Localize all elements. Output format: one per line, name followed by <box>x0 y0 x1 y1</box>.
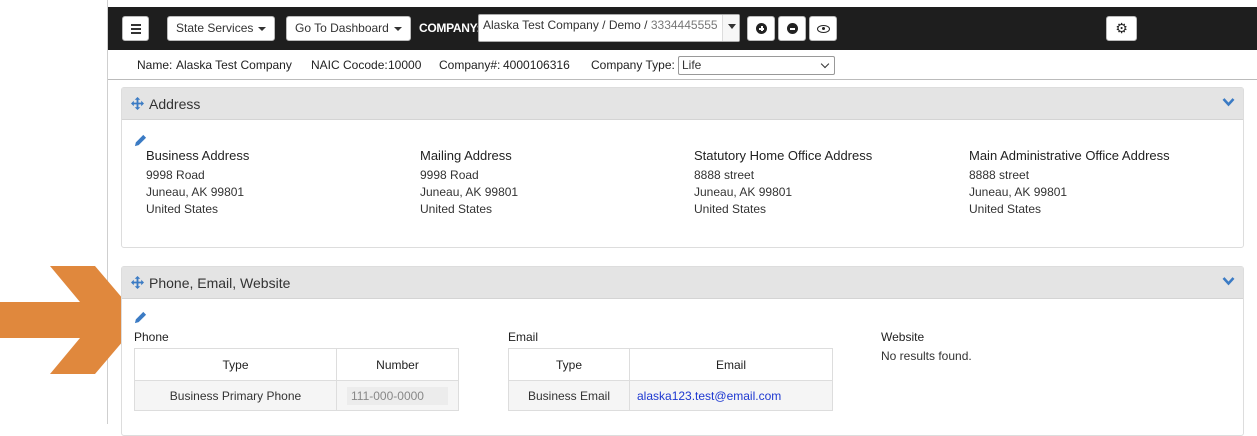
phone-type-cell: Business Primary Phone <box>134 380 337 411</box>
move-icon[interactable] <box>131 276 144 289</box>
chevron-down-icon[interactable] <box>1222 97 1235 107</box>
column-header: Type <box>134 348 337 381</box>
gear-icon: ⚙ <box>1115 20 1128 36</box>
state-services-dropdown[interactable]: State Services <box>167 16 276 41</box>
address-line: 9998 Road <box>420 168 479 182</box>
statutory-home-office-address: Statutory Home Office Address 8888 stree… <box>694 147 872 218</box>
menu-button[interactable] <box>122 16 149 41</box>
address-line: United States <box>146 202 219 216</box>
column-header: Email <box>629 348 833 381</box>
address-panel-header[interactable]: Address <box>122 88 1243 120</box>
phone-number-cell: 111-000-0000 <box>336 380 459 411</box>
address-line: Juneau, AK 99801 <box>146 185 245 199</box>
address-line: United States <box>969 202 1042 216</box>
caret-down-icon <box>258 26 267 31</box>
table-header-row: Type Email <box>508 348 833 381</box>
select-arrow-icon <box>722 15 739 41</box>
company-label: COMPANY: <box>419 21 481 35</box>
caret-down-icon <box>393 26 402 31</box>
address-line: 8888 street <box>694 168 755 182</box>
naic-value: 10000 <box>388 58 422 72</box>
remove-company-button[interactable] <box>778 16 806 41</box>
eye-icon <box>817 25 830 33</box>
contact-panel-title: Phone, Email, Website <box>149 275 291 291</box>
name-label: Name: <box>137 58 173 72</box>
edit-pencil-icon[interactable] <box>134 311 147 324</box>
address-line: Juneau, AK 99801 <box>694 185 793 199</box>
add-company-button[interactable] <box>747 16 775 41</box>
phone-table: Type Number Business Primary Phone 111-0… <box>134 348 459 411</box>
column-header: Number <box>336 348 459 381</box>
email-label: Email <box>508 330 539 344</box>
company-name: Alaska Test Company / Demo / <box>483 18 648 32</box>
company-number-label: Company#: <box>439 58 501 72</box>
company-type-select[interactable]: Life <box>678 56 835 75</box>
email-table: Type Email Business Email alaska123.test… <box>508 348 833 411</box>
view-company-button[interactable] <box>809 16 837 41</box>
company-select[interactable]: Alaska Test Company / Demo / 3334445555 <box>478 14 740 42</box>
company-type-label: Company Type: <box>591 58 675 72</box>
table-row: Business Primary Phone 111-000-0000 <box>134 380 459 411</box>
mailing-address: Mailing Address 9998 Road Juneau, AK 998… <box>420 147 518 218</box>
name-value: Alaska Test Company <box>176 58 292 72</box>
edit-pencil-icon[interactable] <box>134 134 147 147</box>
email-address-cell: alaska123.test@email.com <box>629 380 833 411</box>
address-line: Juneau, AK 99801 <box>969 185 1068 199</box>
minus-circle-icon <box>787 23 798 34</box>
table-header-row: Type Number <box>134 348 459 381</box>
chevron-down-icon[interactable] <box>1222 276 1235 286</box>
column-header: Type <box>508 348 630 381</box>
email-link[interactable]: alaska123.test@email.com <box>637 389 781 403</box>
company-type-value: Life <box>682 58 702 72</box>
naic-label: NAIC Cocode: <box>311 58 388 72</box>
move-icon[interactable] <box>131 97 144 110</box>
address-panel-title: Address <box>149 96 201 112</box>
main-administrative-office-address: Main Administrative Office Address 8888 … <box>969 147 1170 218</box>
address-heading: Business Address <box>146 148 250 163</box>
settings-button[interactable]: ⚙ <box>1106 16 1137 41</box>
plus-circle-icon <box>756 23 767 34</box>
address-line: 8888 street <box>969 168 1030 182</box>
address-line: 9998 Road <box>146 168 205 182</box>
address-heading: Main Administrative Office Address <box>969 148 1170 163</box>
company-number: 3334445555 <box>650 18 718 32</box>
contact-panel-header[interactable]: Phone, Email, Website <box>122 267 1243 299</box>
go-to-dashboard-dropdown[interactable]: Go To Dashboard <box>286 16 411 41</box>
top-navbar: State Services Go To Dashboard COMPANY: … <box>108 7 1257 50</box>
business-address: Business Address 9998 Road Juneau, AK 99… <box>146 147 249 218</box>
website-empty-text: No results found. <box>881 349 972 363</box>
address-heading: Mailing Address <box>420 148 512 163</box>
address-line: Juneau, AK 99801 <box>420 185 519 199</box>
email-type-cell: Business Email <box>508 380 630 411</box>
address-line: United States <box>694 202 767 216</box>
phone-label: Phone <box>134 330 169 344</box>
state-services-label: State Services <box>176 21 254 35</box>
table-row: Business Email alaska123.test@email.com <box>508 380 833 411</box>
divider <box>108 79 1257 80</box>
company-number-value: 4000106316 <box>503 58 570 72</box>
address-line: United States <box>420 202 493 216</box>
chevron-down-icon <box>820 59 830 69</box>
address-heading: Statutory Home Office Address <box>694 148 873 163</box>
phone-number-value: 111-000-0000 <box>347 386 448 405</box>
callout-arrow-icon <box>0 266 141 374</box>
website-label: Website <box>881 330 925 344</box>
dashboard-label: Go To Dashboard <box>295 21 389 35</box>
